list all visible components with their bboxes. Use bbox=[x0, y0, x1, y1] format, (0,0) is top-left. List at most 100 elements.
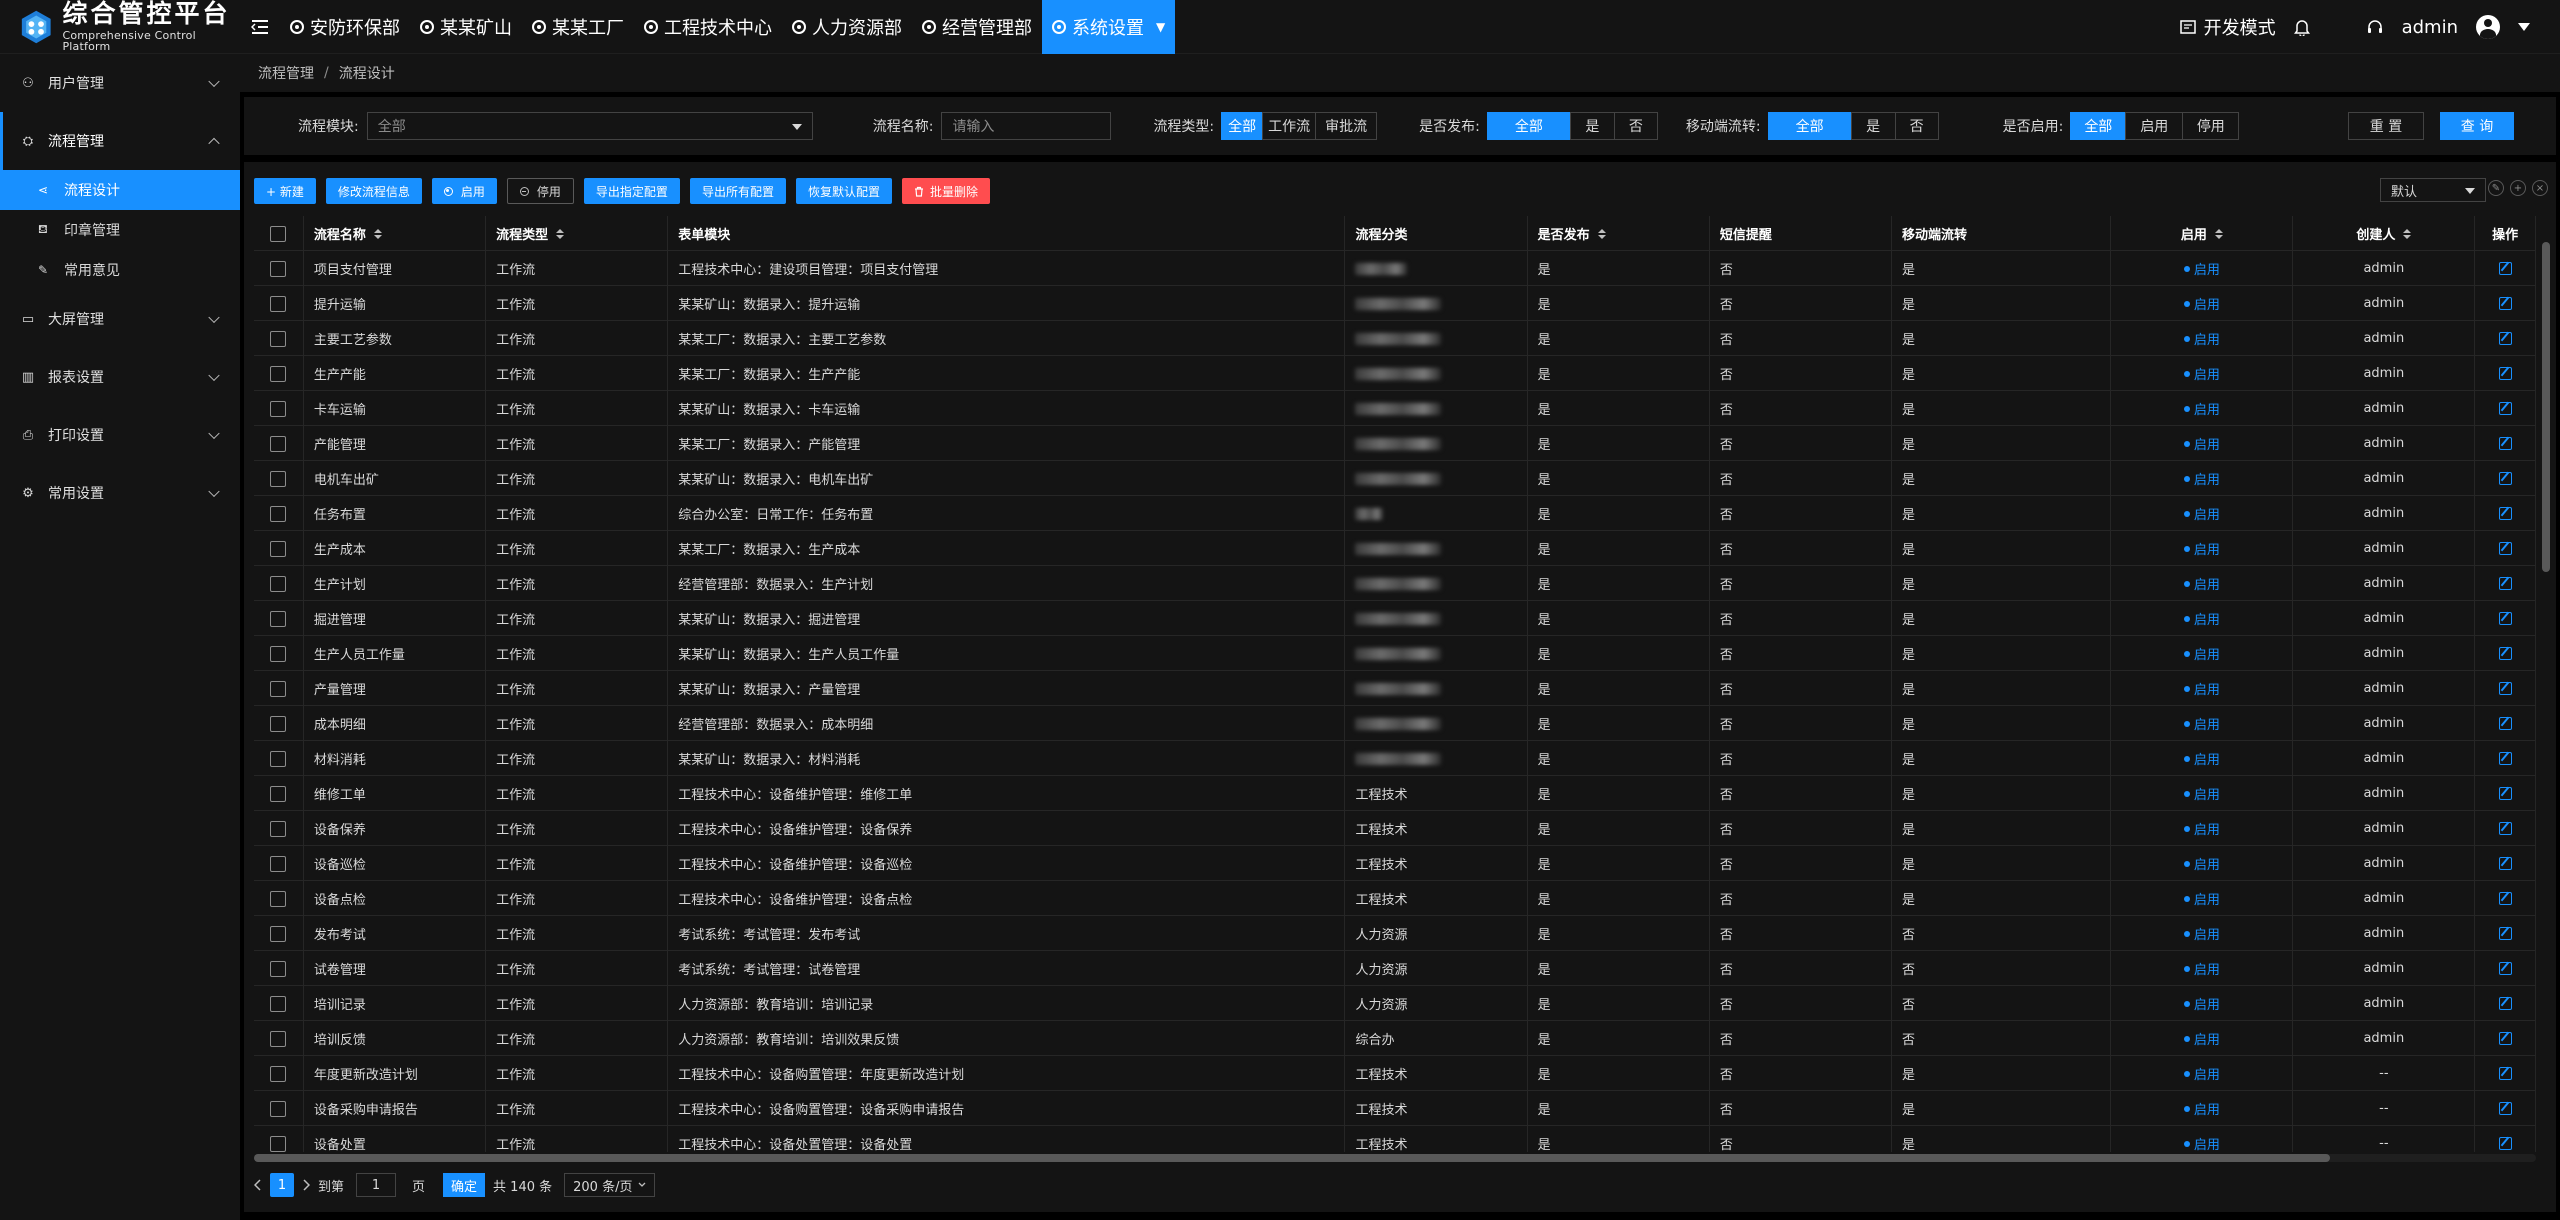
edit-icon[interactable] bbox=[2498, 542, 2512, 555]
sort-icon[interactable] bbox=[2403, 228, 2412, 239]
enable-status[interactable]: 启用 bbox=[2184, 644, 2220, 663]
enable-status[interactable]: 启用 bbox=[2184, 504, 2220, 523]
enable-status[interactable]: 启用 bbox=[2184, 1029, 2220, 1048]
publish-option-all[interactable]: 全部 bbox=[1486, 112, 1571, 140]
restore-default-button[interactable]: 恢复默认配置 bbox=[795, 178, 892, 204]
export-all-button[interactable]: 导出所有配置 bbox=[689, 178, 786, 204]
topnav-item[interactable]: 某某工厂 bbox=[522, 0, 634, 54]
edit-icon[interactable] bbox=[2498, 717, 2512, 730]
row-checkbox[interactable] bbox=[270, 365, 287, 382]
sidebar-menu[interactable]: ⛭ 流程管理 bbox=[0, 112, 240, 170]
row-checkbox[interactable] bbox=[270, 575, 287, 592]
edit-icon[interactable] bbox=[2498, 402, 2512, 415]
edit-icon[interactable] bbox=[2498, 752, 2512, 765]
row-checkbox[interactable] bbox=[270, 715, 287, 732]
sidebar-item[interactable]: ⛾ 印章管理 bbox=[0, 210, 240, 250]
edit-icon[interactable] bbox=[2498, 787, 2512, 800]
topnav-item[interactable]: 系统设置 ▼ bbox=[1042, 0, 1176, 54]
enable-status[interactable]: 启用 bbox=[2184, 294, 2220, 313]
enable-status[interactable]: 启用 bbox=[2184, 574, 2220, 593]
topnav-item[interactable]: 人力资源部 bbox=[782, 0, 912, 54]
row-checkbox[interactable] bbox=[270, 540, 287, 557]
sort-icon[interactable] bbox=[373, 228, 382, 239]
sort-icon[interactable] bbox=[1597, 228, 1606, 239]
enable-status[interactable]: 启用 bbox=[2184, 1064, 2220, 1083]
edit-icon[interactable] bbox=[2498, 367, 2512, 380]
edit-icon[interactable] bbox=[2498, 1067, 2512, 1080]
row-checkbox[interactable] bbox=[270, 750, 287, 767]
sort-icon[interactable] bbox=[556, 228, 565, 239]
edit-icon[interactable] bbox=[2498, 332, 2512, 345]
add-view-icon[interactable]: + bbox=[2510, 180, 2526, 196]
enable-button[interactable]: 启用 bbox=[431, 178, 497, 204]
sidebar-item[interactable]: ⋖ 流程设计 bbox=[0, 170, 240, 210]
edit-info-button[interactable]: 修改流程信息 bbox=[325, 178, 422, 204]
prev-page-icon[interactable] bbox=[254, 1179, 262, 1191]
enable-status[interactable]: 启用 bbox=[2184, 329, 2220, 348]
enable-status[interactable]: 启用 bbox=[2184, 959, 2220, 978]
name-input[interactable]: 请输入 bbox=[941, 112, 1112, 140]
edit-icon[interactable] bbox=[2498, 297, 2512, 310]
row-checkbox[interactable] bbox=[270, 505, 287, 522]
enable-option-on[interactable]: 启用 bbox=[2125, 112, 2184, 140]
topnav-item[interactable]: 工程技术中心 bbox=[634, 0, 782, 54]
sidebar-menu[interactable]: ⚙ 常用设置 bbox=[0, 464, 240, 522]
edit-icon[interactable] bbox=[2498, 612, 2512, 625]
enable-status[interactable]: 启用 bbox=[2184, 994, 2220, 1013]
edit-view-icon[interactable]: ✎ bbox=[2488, 180, 2504, 196]
edit-icon[interactable] bbox=[2498, 682, 2512, 695]
row-checkbox[interactable] bbox=[270, 295, 287, 312]
edit-icon[interactable] bbox=[2498, 472, 2512, 485]
enable-status[interactable]: 启用 bbox=[2184, 609, 2220, 628]
enable-status[interactable]: 启用 bbox=[2184, 399, 2220, 418]
reset-button[interactable]: 重 置 bbox=[2348, 112, 2424, 140]
enable-status[interactable]: 启用 bbox=[2184, 539, 2220, 558]
edit-icon[interactable] bbox=[2498, 997, 2512, 1010]
batch-delete-button[interactable]: 批量删除 bbox=[901, 178, 990, 204]
goto-confirm-button[interactable]: 确定 bbox=[443, 1173, 486, 1197]
edit-icon[interactable] bbox=[2498, 927, 2512, 940]
logo[interactable]: 综合管控平台 Comprehensive Control Platform bbox=[0, 0, 240, 54]
row-checkbox[interactable] bbox=[270, 890, 287, 907]
page-number[interactable]: 1 bbox=[270, 1173, 294, 1197]
row-checkbox[interactable] bbox=[270, 260, 287, 277]
enable-status[interactable]: 启用 bbox=[2184, 679, 2220, 698]
edit-icon[interactable] bbox=[2498, 1137, 2512, 1150]
edit-icon[interactable] bbox=[2498, 437, 2512, 450]
sidebar-menu[interactable]: ⚇ 用户管理 bbox=[0, 54, 240, 112]
edit-icon[interactable] bbox=[2498, 577, 2512, 590]
user-dropdown-icon[interactable] bbox=[2518, 23, 2530, 31]
enable-status[interactable]: 启用 bbox=[2184, 714, 2220, 733]
row-checkbox[interactable] bbox=[270, 400, 287, 417]
enable-status[interactable]: 启用 bbox=[2184, 259, 2220, 278]
mobile-option-no[interactable]: 否 bbox=[1894, 112, 1939, 140]
edit-icon[interactable] bbox=[2498, 892, 2512, 905]
topnav-item[interactable]: 安防环保部 bbox=[280, 0, 410, 54]
goto-input[interactable]: 1 bbox=[356, 1173, 397, 1197]
bell-icon[interactable] bbox=[2293, 18, 2310, 36]
next-page-icon[interactable] bbox=[302, 1179, 310, 1191]
sidebar-menu[interactable]: ⎙ 打印设置 bbox=[0, 406, 240, 464]
avatar[interactable] bbox=[2476, 15, 2500, 39]
view-select[interactable]: 默认 bbox=[2380, 178, 2486, 202]
query-button[interactable]: 查 询 bbox=[2440, 112, 2514, 140]
edit-icon[interactable] bbox=[2498, 822, 2512, 835]
enable-option-all[interactable]: 全部 bbox=[2070, 112, 2127, 140]
sidebar-menu[interactable]: ▥ 报表设置 bbox=[0, 348, 240, 406]
row-checkbox[interactable] bbox=[270, 820, 287, 837]
enable-status[interactable]: 启用 bbox=[2184, 434, 2220, 453]
new-button[interactable]: + 新建 bbox=[254, 178, 316, 204]
row-checkbox[interactable] bbox=[270, 610, 287, 627]
module-select[interactable]: 全部 bbox=[366, 112, 813, 140]
horizontal-scrollbar[interactable] bbox=[254, 1154, 2536, 1162]
edit-icon[interactable] bbox=[2498, 857, 2512, 870]
vertical-scrollbar[interactable] bbox=[2542, 242, 2550, 572]
scrollbar-thumb[interactable] bbox=[254, 1154, 2330, 1162]
row-checkbox[interactable] bbox=[270, 1100, 287, 1117]
select-all-checkbox[interactable] bbox=[270, 225, 287, 242]
edit-icon[interactable] bbox=[2498, 507, 2512, 520]
mobile-option-yes[interactable]: 是 bbox=[1850, 112, 1896, 140]
edit-icon[interactable] bbox=[2498, 962, 2512, 975]
export-selected-button[interactable]: 导出指定配置 bbox=[583, 178, 680, 204]
row-checkbox[interactable] bbox=[270, 1135, 287, 1152]
